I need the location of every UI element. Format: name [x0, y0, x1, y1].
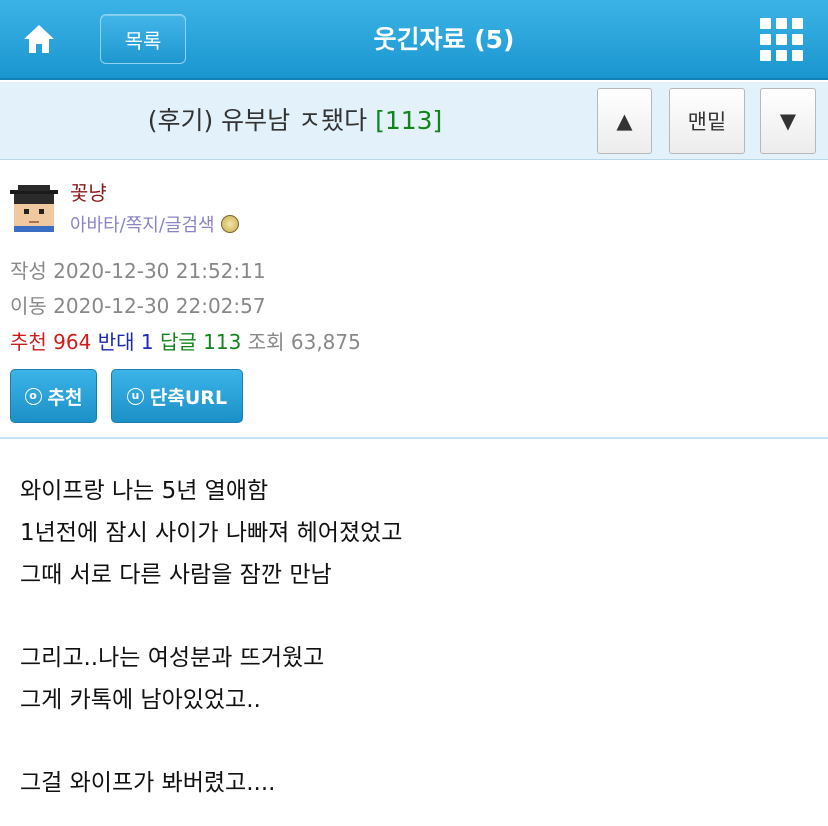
body-line: 그게 카톡에 남아있었고.. [20, 687, 261, 713]
author-nickname[interactable]: 꽃냥 [70, 177, 107, 206]
divider [0, 437, 828, 439]
body-line [20, 721, 810, 762]
body-line: 1년전에 잠시 사이가 나빠져 헤어졌었고 [20, 520, 403, 546]
moved-date: 2020-12-30 22:02:57 [53, 294, 266, 318]
reply-label: 답글 [159, 330, 197, 354]
grid-menu-icon[interactable] [760, 18, 804, 62]
body-line: 그때 서로 다른 사람을 잠깐 만남 [20, 562, 332, 588]
author-links-text[interactable]: 아바타/쪽지/글검색 [70, 211, 215, 237]
body-line: 그리고..나는 여성분과 뜨거웠고 [20, 645, 325, 671]
post-body: 와이프랑 나는 5년 열애함 1년전에 잠시 사이가 나빠져 헤어졌었고 그때 … [20, 470, 810, 804]
post-title: (후기) 유부남 ㅈ됐다 [147, 106, 368, 135]
list-button[interactable]: 목록 [100, 14, 186, 64]
reply-count: [113] [375, 106, 443, 135]
body-line: 와이프랑 나는 5년 열애함 [20, 478, 269, 504]
recommend-button[interactable]: o 추천 [10, 369, 97, 423]
next-post-button[interactable]: ▼ [760, 88, 816, 154]
recommend-label: 추천 [10, 330, 47, 354]
recommend-count: 964 [53, 330, 92, 354]
moved-label: 이동 [10, 294, 47, 318]
stats-row: 추천 964 반대 1 답글 113 조회 63,875 [10, 326, 361, 355]
reply-count-stat: 113 [203, 330, 242, 354]
views-label: 조회 [247, 330, 285, 354]
oppose-label: 반대 [97, 330, 135, 354]
avatar-graduate-icon[interactable] [10, 182, 58, 232]
recommend-icon: o [24, 387, 42, 405]
board-title: 웃긴자료 (5) [373, 25, 515, 54]
oppose-count: 1 [140, 330, 154, 354]
short-url-icon: u [126, 387, 144, 405]
body-line: 그걸 와이프가 봐버렸고.... [20, 770, 276, 796]
recommend-button-label: 추천 [47, 386, 83, 409]
short-url-button[interactable]: u 단축URL [111, 369, 243, 423]
prev-post-button[interactable]: ▲ [597, 88, 652, 154]
views-count: 63,875 [290, 330, 361, 354]
subject-bar: (후기) 유부남 ㅈ됐다 [113] ▲ 맨밑 ▼ [0, 82, 828, 160]
short-url-button-label: 단축URL [149, 386, 228, 409]
level-badge-icon [220, 215, 239, 233]
author-links[interactable]: 아바타/쪽지/글검색 [70, 211, 239, 237]
written-label: 작성 [10, 259, 47, 283]
moved-date-row: 이동 2020-12-30 22:02:57 [10, 290, 266, 319]
down-arrow-icon: ▼ [779, 109, 797, 133]
written-date: 2020-12-30 21:52:11 [53, 259, 266, 283]
body-line [20, 596, 810, 637]
scroll-bottom-button[interactable]: 맨밑 [669, 88, 745, 154]
home-icon [24, 25, 54, 53]
home-button[interactable] [18, 18, 60, 60]
post-subject: (후기) 유부남 ㅈ됐다 [113] [40, 82, 550, 160]
top-bar: 목록 웃긴자료 (5) [0, 0, 828, 80]
up-arrow-icon: ▲ [616, 109, 633, 133]
written-date-row: 작성 2020-12-30 21:52:11 [10, 255, 266, 284]
